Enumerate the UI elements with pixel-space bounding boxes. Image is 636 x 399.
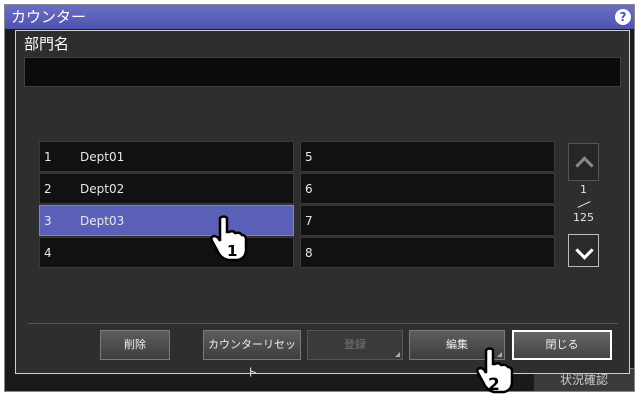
list-item[interactable]: 5 (300, 141, 555, 172)
window-title: カウンター (5, 5, 634, 29)
counter-reset-button[interactable]: カウンターリセット (203, 330, 301, 379)
register-label: 登録 (344, 338, 366, 351)
page-current: 1 (580, 183, 587, 196)
row-number: 3 (44, 214, 52, 228)
list-item[interactable]: 2 Dept02 (39, 173, 294, 204)
row-department-name: Dept03 (80, 214, 125, 228)
department-dialog: 部門名 1 Dept01 2 Dept02 3 Dept03 4 5 6 7 8… (15, 30, 630, 379)
department-name-field[interactable] (24, 57, 621, 87)
divider (28, 323, 618, 324)
chevron-down-icon (575, 241, 594, 260)
list-item[interactable]: 4 (39, 237, 294, 268)
row-number: 7 (305, 214, 313, 228)
page-down-button[interactable] (568, 234, 599, 267)
row-department-name: Dept01 (80, 150, 125, 164)
row-number: 2 (44, 182, 52, 196)
delete-button[interactable]: 削除 (100, 330, 170, 360)
step2-number: 2 (488, 375, 500, 394)
row-department-name: Dept02 (80, 182, 125, 196)
row-number: 6 (305, 182, 313, 196)
dialog-title: 部門名 (24, 35, 70, 53)
pointing-hand-step1-icon: 1 (210, 215, 248, 262)
close-button[interactable]: 閉じる (512, 330, 612, 360)
row-number: 5 (305, 150, 313, 164)
corner-triangle-icon (395, 352, 400, 357)
page-up-button[interactable] (568, 143, 599, 181)
row-number: 1 (44, 150, 52, 164)
list-item[interactable]: 1 Dept01 (39, 141, 294, 172)
list-item[interactable]: 7 (300, 205, 555, 236)
page-separator (577, 201, 591, 208)
list-item[interactable]: 8 (300, 237, 555, 268)
register-button[interactable]: 登録 (307, 330, 403, 360)
list-item-selected[interactable]: 3 Dept03 (39, 205, 294, 236)
help-icon[interactable]: ? (615, 9, 631, 25)
chevron-up-icon (575, 156, 594, 175)
step1-number: 1 (227, 242, 237, 260)
department-list-left: 1 Dept01 2 Dept02 3 Dept03 4 (39, 141, 294, 269)
edit-label: 編集 (446, 338, 468, 351)
row-number: 8 (305, 246, 313, 260)
pointing-hand-step2-icon: 2 (476, 347, 514, 394)
page-indicator: 1 125 (568, 183, 599, 231)
list-item[interactable]: 6 (300, 173, 555, 204)
row-number: 4 (44, 246, 52, 260)
department-list-right: 5 6 7 8 (300, 141, 555, 269)
page-total: 125 (573, 211, 594, 224)
